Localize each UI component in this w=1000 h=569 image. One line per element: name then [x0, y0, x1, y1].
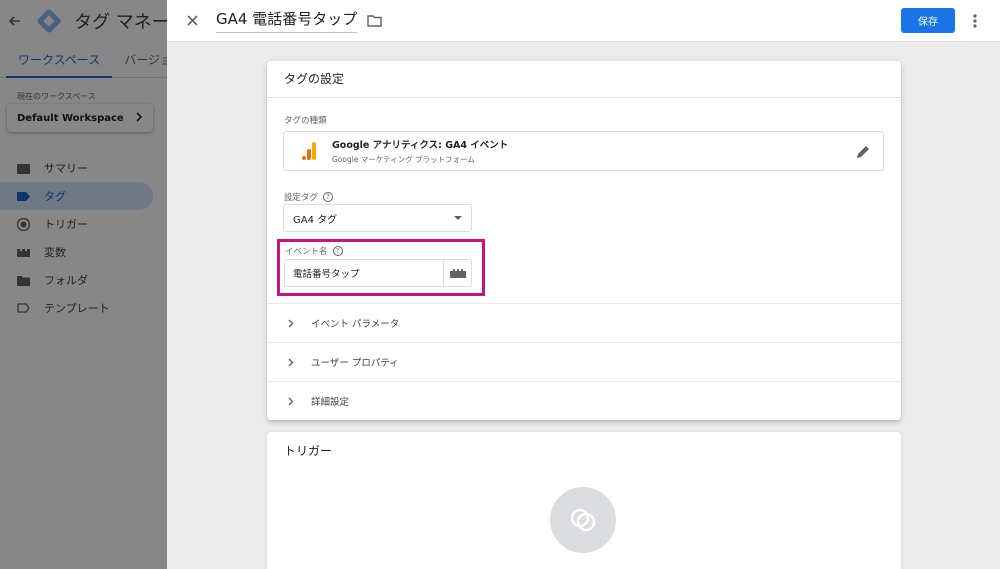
help-icon[interactable]: ?: [323, 192, 334, 202]
tag-configuration-card: タグの設定 タグの種類 Google アナリティクス: GA4 イベント Goo…: [267, 61, 901, 420]
more-vert-icon[interactable]: [965, 10, 985, 32]
google-analytics-icon: [302, 142, 316, 160]
label-text: イベント名: [285, 247, 328, 257]
caret-down-icon: [454, 216, 462, 220]
section-label: イベント パラメータ: [311, 319, 400, 330]
help-icon[interactable]: ?: [332, 246, 343, 256]
section-advanced-settings[interactable]: 詳細設定: [267, 381, 901, 420]
event-name-input[interactable]: 電話番号タップ: [284, 259, 472, 287]
config-tag-select[interactable]: GA4 タグ: [283, 204, 472, 232]
section-label: 詳細設定: [311, 397, 350, 408]
config-tag-label: 設定タグ ?: [284, 191, 334, 203]
close-icon[interactable]: [181, 10, 203, 32]
trigger-card-title: トリガー: [284, 444, 333, 458]
variable-picker-icon[interactable]: [443, 260, 471, 286]
tag-type-selector[interactable]: Google アナリティクス: GA4 イベント Google マーケティング …: [283, 131, 884, 171]
label-text: タグの種類: [284, 116, 327, 126]
edit-pencil-icon[interactable]: [855, 144, 871, 160]
section-label: ユーザー プロパティ: [311, 358, 399, 369]
section-event-parameters[interactable]: イベント パラメータ: [267, 303, 901, 342]
chevron-right-icon: [288, 397, 298, 406]
section-user-properties[interactable]: ユーザー プロパティ: [267, 342, 901, 381]
tag-editor-sheet: GA4 電話番号タップ 保存 タグの設定 タグの種類 Google アナリティク…: [167, 0, 1000, 569]
folder-icon[interactable]: [367, 12, 385, 30]
tag-type-label: タグの種類: [284, 114, 327, 126]
chevron-right-icon: [288, 358, 298, 367]
event-name-value: 電話番号タップ: [293, 269, 360, 280]
config-tag-value: GA4 タグ: [293, 214, 338, 226]
tag-type-name: Google アナリティクス: GA4 イベント: [332, 140, 509, 151]
sheet-header: GA4 電話番号タップ: [167, 0, 1000, 42]
chevron-right-icon: [288, 319, 298, 328]
event-name-label: イベント名 ?: [285, 245, 343, 257]
tag-name-input[interactable]: GA4 電話番号タップ: [216, 8, 358, 33]
label-text: 設定タグ: [284, 193, 319, 203]
tag-type-subtitle: Google マーケティング プラットフォーム: [332, 155, 475, 164]
trigger-placeholder-icon[interactable]: [550, 487, 616, 553]
tag-type-text: Google アナリティクス: GA4 イベント Google マーケティング …: [332, 137, 508, 165]
triggering-card[interactable]: トリガー: [267, 432, 901, 569]
card-title: タグの設定: [267, 61, 901, 98]
save-button[interactable]: 保存: [901, 8, 955, 33]
